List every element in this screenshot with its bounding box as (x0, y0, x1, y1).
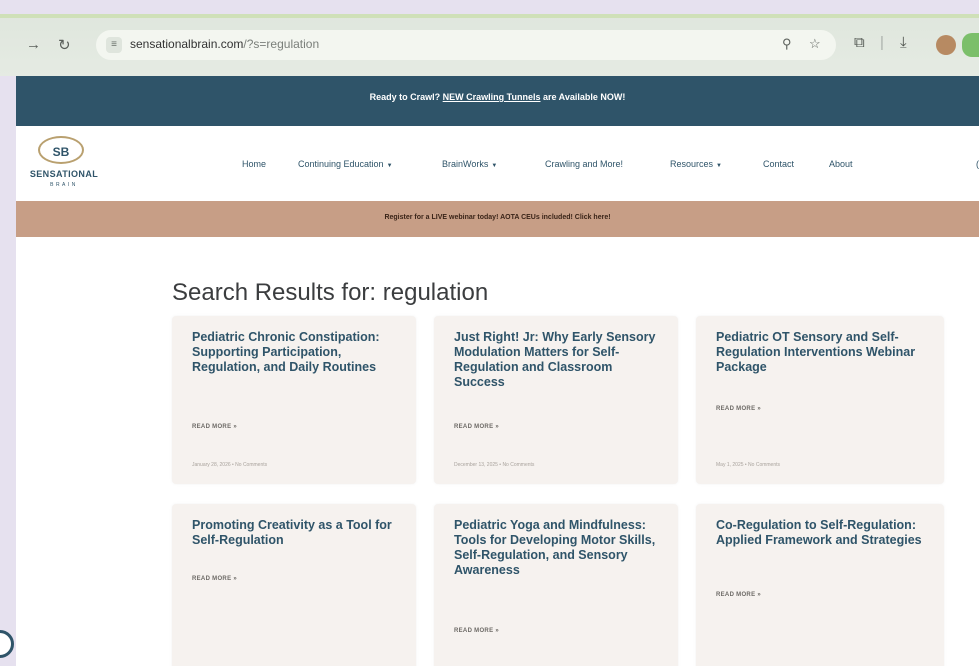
result-meta: January 28, 2026 • No Comments (192, 462, 268, 468)
result-title[interactable]: Co-Regulation to Self-Regulation: Applie… (716, 518, 928, 548)
read-more-link[interactable]: READ MORE » (192, 576, 237, 582)
reload-icon[interactable]: ↻ (58, 36, 71, 54)
nav-contact[interactable]: Contact (763, 159, 794, 169)
logo-name[interactable]: SENSATIONAL (16, 169, 112, 179)
chevron-down-icon: ▼ (491, 163, 498, 169)
site-header: SB SENSATIONAL BRAIN Home Continuing Edu… (16, 126, 979, 201)
nav-home[interactable]: Home (242, 159, 266, 169)
site-info-icon[interactable]: ≡ (106, 37, 122, 53)
logo-subtitle[interactable]: BRAIN (16, 182, 112, 188)
tab-strip-edge (0, 14, 979, 18)
read-more-link[interactable]: READ MORE » (454, 628, 499, 634)
announcement-link[interactable]: NEW Crawling Tunnels (443, 92, 541, 102)
page-title: Search Results for: regulation (172, 279, 489, 306)
zoom-icon[interactable]: ⚲ (782, 36, 792, 52)
download-icon[interactable]: ⤓ (900, 34, 907, 51)
chevron-down-icon: ▼ (716, 163, 722, 169)
announcement-bar: Ready to Crawl? NEW Crawling Tunnels are… (16, 76, 979, 126)
bookmark-star-icon[interactable]: ☆ (809, 36, 821, 52)
result-card[interactable]: Co-Regulation to Self-Regulation: Applie… (696, 504, 944, 666)
read-more-link[interactable]: READ MORE » (716, 592, 761, 598)
chat-widget-icon[interactable] (0, 630, 16, 660)
read-more-link[interactable]: READ MORE » (192, 424, 237, 430)
read-more-link[interactable]: READ MORE » (454, 424, 499, 430)
read-more-link[interactable]: READ MORE » (716, 406, 761, 412)
nav-crawling-and-more[interactable]: Crawling and More! (545, 159, 623, 169)
announcement-text: Ready to Crawl? NEW Crawling Tunnels are… (369, 92, 626, 102)
toolbar-divider: | (880, 34, 884, 51)
result-card[interactable]: Pediatric Chronic Constipation: Supporti… (172, 316, 416, 484)
result-title[interactable]: Just Right! Jr: Why Early Sensory Modula… (454, 330, 662, 390)
chevron-down-icon: ▼ (386, 163, 393, 169)
result-title[interactable]: Pediatric Chronic Constipation: Supporti… (192, 330, 400, 375)
result-card[interactable]: Pediatric OT Sensory and Self-Regulation… (696, 316, 944, 484)
promo-text[interactable]: Register for a LIVE webinar today! AOTA … (16, 214, 979, 221)
result-meta: December 13, 2025 • No Comments (454, 462, 535, 468)
result-title[interactable]: Pediatric Yoga and Mindfulness: Tools fo… (454, 518, 662, 578)
nav-brainworks[interactable]: BrainWorks ▼ (442, 159, 497, 169)
extensions-icon[interactable]: ⧉ (854, 34, 865, 51)
result-meta: May 1, 2025 • No Comments (716, 462, 780, 468)
address-bar[interactable]: ≡ sensationalbrain.com/?s=regulation ⚲ ☆ (96, 30, 836, 60)
result-card[interactable]: Just Right! Jr: Why Early Sensory Modula… (434, 316, 678, 484)
nav-continuing-education[interactable]: Continuing Education ▼ (298, 159, 393, 169)
result-card[interactable]: Promoting Creativity as a Tool for Self-… (172, 504, 416, 666)
promo-bar[interactable]: Register for a LIVE webinar today! AOTA … (16, 201, 979, 237)
nav-resources[interactable]: Resources ▼ (670, 159, 722, 169)
url-text[interactable]: sensationalbrain.com/?s=regulation (130, 37, 319, 51)
extension-badge[interactable] (962, 33, 979, 57)
result-title[interactable]: Pediatric OT Sensory and Self-Regulation… (716, 330, 928, 375)
result-card[interactable]: Pediatric Yoga and Mindfulness: Tools fo… (434, 504, 678, 666)
profile-avatar[interactable] (936, 35, 956, 55)
nav-about[interactable]: About (829, 159, 853, 169)
forward-arrow-icon[interactable]: → (26, 36, 41, 53)
web-page: Ready to Crawl? NEW Crawling Tunnels are… (16, 76, 979, 666)
result-title[interactable]: Promoting Creativity as a Tool for Self-… (192, 518, 400, 548)
logo-icon[interactable]: SB (38, 136, 84, 164)
